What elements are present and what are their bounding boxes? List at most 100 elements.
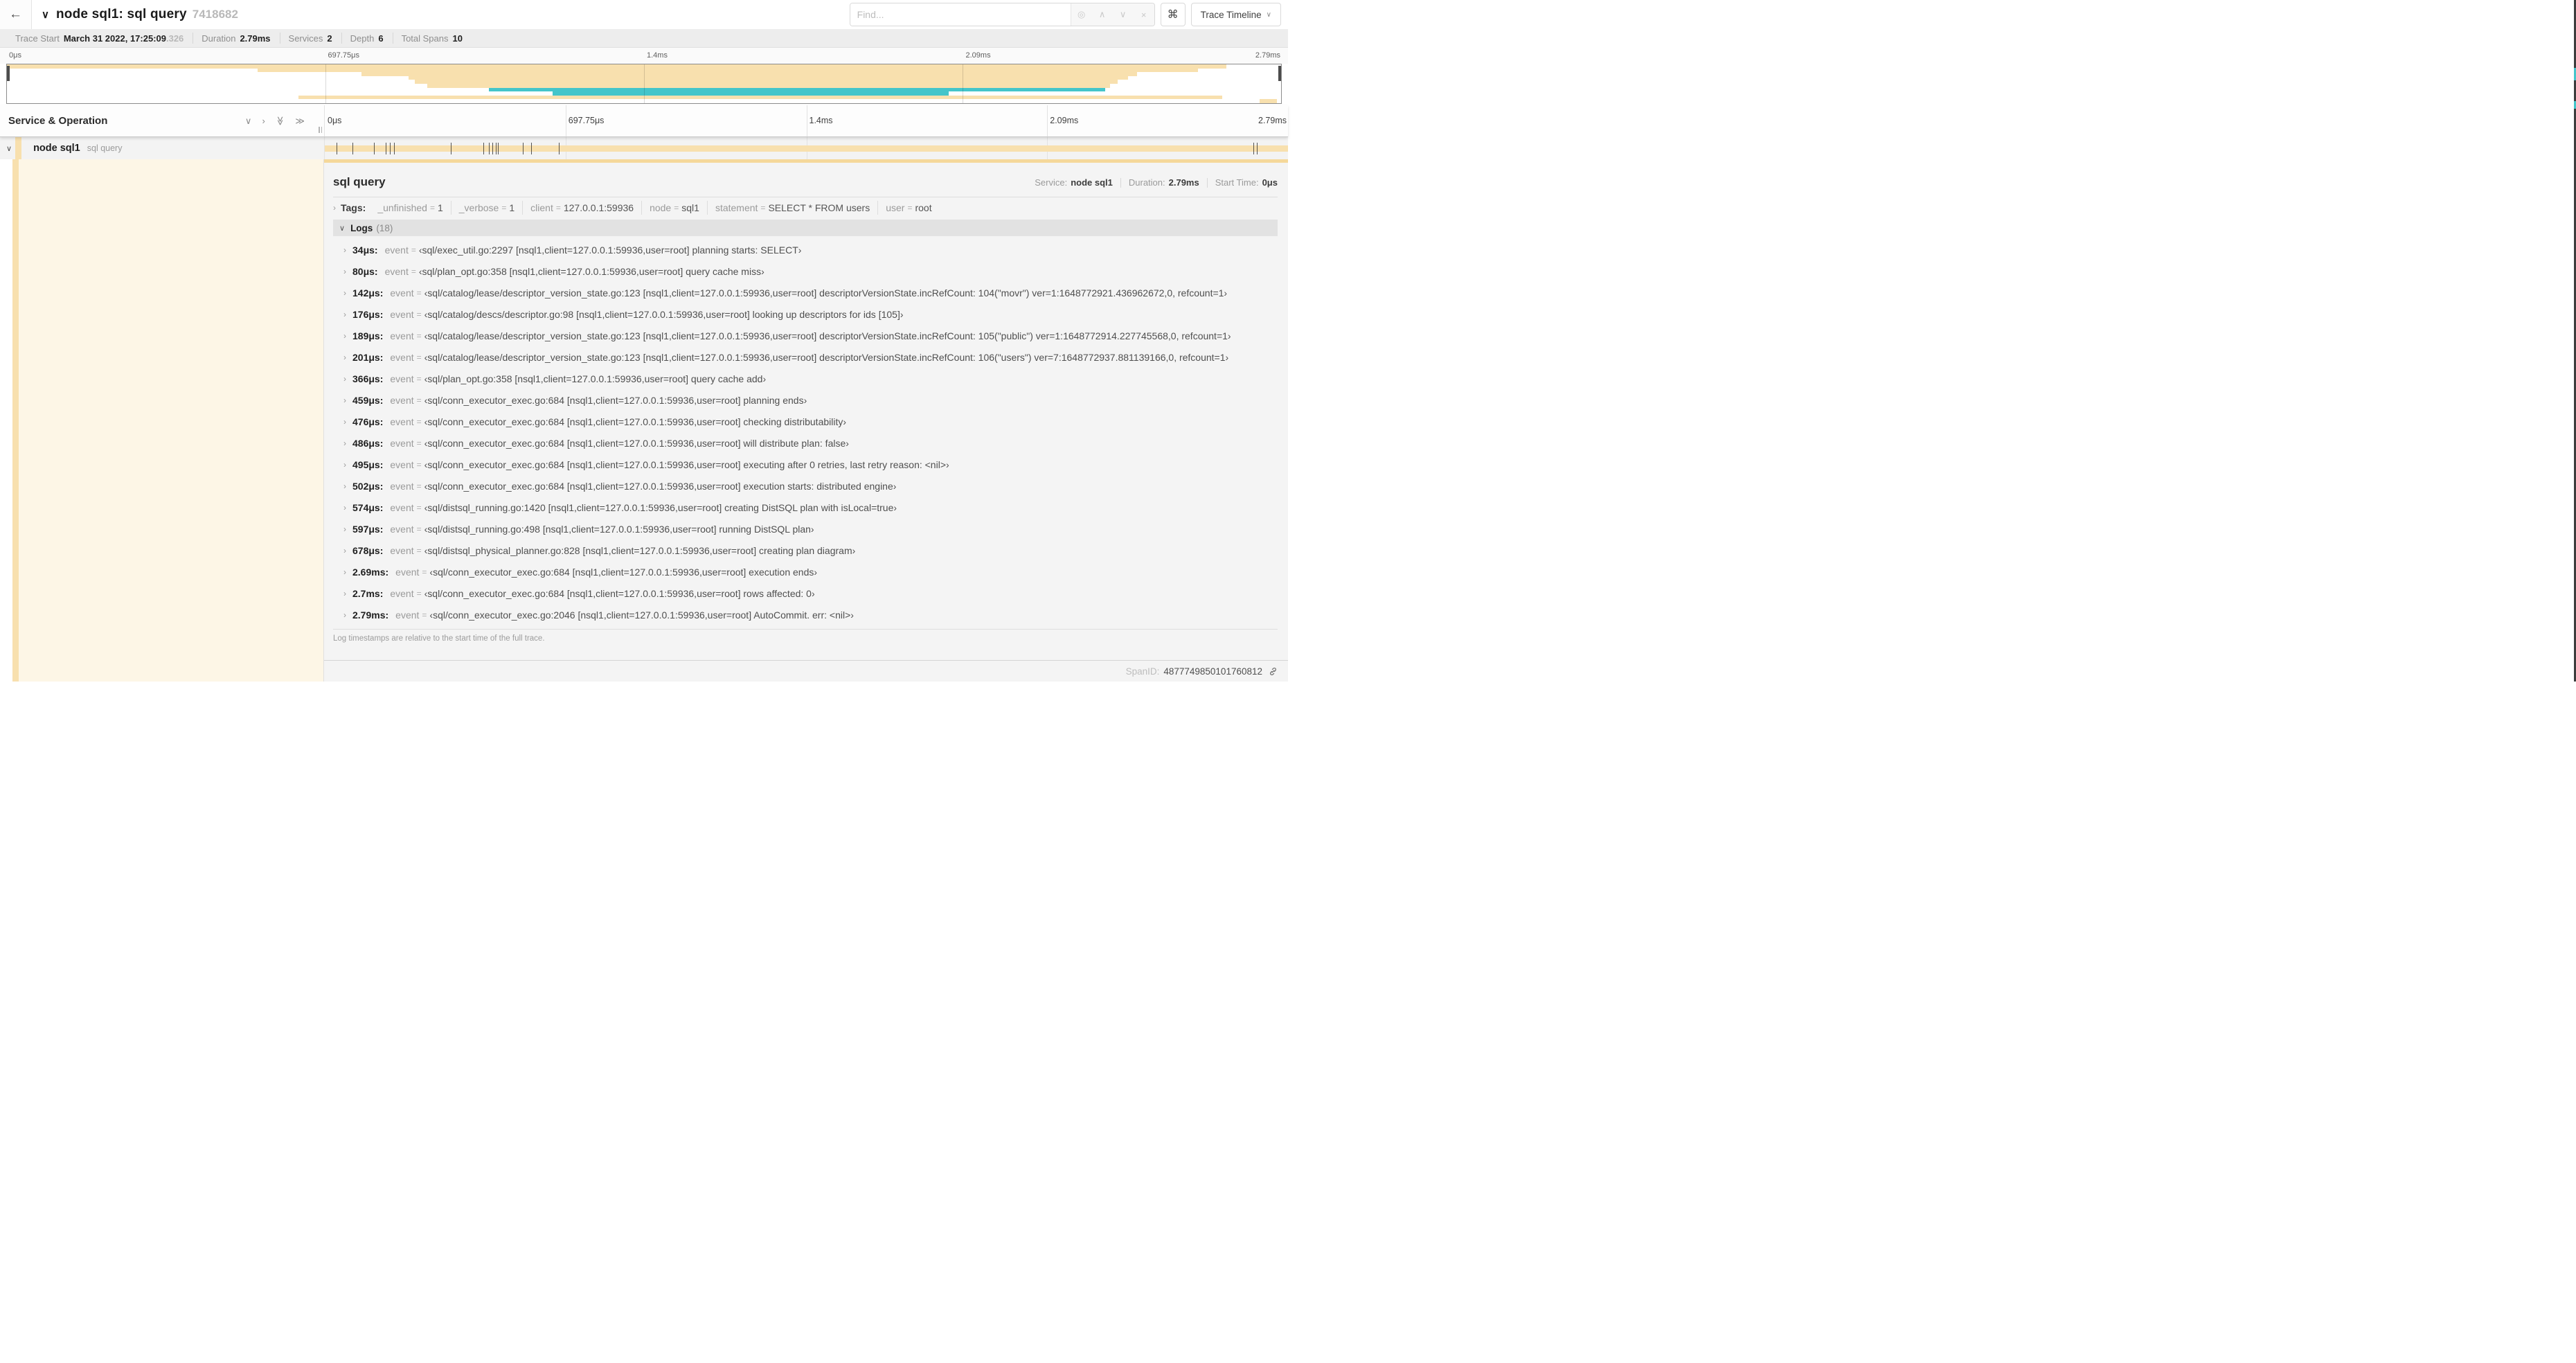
log-field-value: ‹sql/conn_executor_exec.go:684 [nsql1,cl…: [429, 566, 818, 578]
log-time: 486μs:: [352, 437, 384, 449]
equals-sign: =: [555, 203, 561, 213]
log-marker-tick[interactable]: [495, 143, 497, 154]
tag-key: statement: [715, 202, 758, 213]
timeline-ruler: 0μs 697.75μs 1.4ms 2.09ms 2.79ms: [324, 105, 1288, 136]
logs-title: Logs: [350, 222, 373, 233]
back-button[interactable]: ←: [0, 0, 32, 29]
log-marker-tick[interactable]: [1257, 143, 1258, 154]
column-resizer-grip[interactable]: [319, 127, 322, 133]
logs-footer-note: Log timestamps are relative to the start…: [333, 629, 1278, 643]
tags-row[interactable]: › Tags: _unfinished = 1 _verbose = 1 cli…: [333, 197, 1278, 218]
minimap-gridline: [644, 64, 645, 103]
equals-sign: =: [416, 545, 422, 555]
equals-sign: =: [416, 309, 422, 319]
expand-all-icon[interactable]: ≫: [295, 116, 305, 125]
equals-sign: =: [416, 524, 422, 534]
collapse-all-icon[interactable]: ≫: [275, 116, 285, 126]
span-row-timeline[interactable]: [324, 137, 1288, 159]
equals-sign: =: [907, 203, 913, 213]
log-marker-tick[interactable]: [373, 143, 375, 154]
chevron-right-icon: ›: [343, 309, 346, 319]
log-row[interactable]: › 2.69ms: event = ‹sql/conn_executor_exe…: [333, 561, 1278, 582]
span-row[interactable]: ∨ node sql1 sql query: [0, 137, 1288, 159]
tag-item[interactable]: client = 127.0.0.1:59936: [522, 201, 641, 215]
tag-key: client: [530, 202, 553, 213]
log-time: 201μs:: [352, 351, 384, 363]
chevron-right-icon: ›: [343, 287, 346, 298]
log-marker-tick[interactable]: [489, 143, 490, 154]
log-marker-tick[interactable]: [492, 143, 494, 154]
log-marker-tick[interactable]: [523, 143, 524, 154]
log-row[interactable]: › 2.7ms: event = ‹sql/conn_executor_exec…: [333, 582, 1278, 604]
log-marker-tick[interactable]: [394, 143, 395, 154]
summary-item: Services 2: [279, 33, 341, 44]
find-clear-icon[interactable]: ×: [1134, 3, 1154, 26]
log-row[interactable]: › 201μs: event = ‹sql/catalog/lease/desc…: [333, 346, 1278, 368]
tag-item[interactable]: statement = SELECT * FROM users: [706, 201, 877, 215]
detail-panel-column: sql query Service: node sql1 Duration: 2…: [324, 159, 1288, 682]
view-dropdown-button[interactable]: Trace Timeline ∨: [1190, 3, 1281, 26]
log-time: 2.7ms:: [352, 587, 384, 599]
log-row[interactable]: › 459μs: event = ‹sql/conn_executor_exec…: [333, 389, 1278, 411]
summary-value: 10: [452, 33, 463, 44]
log-marker-tick[interactable]: [1253, 143, 1255, 154]
tag-item[interactable]: user = root: [877, 201, 939, 215]
log-row[interactable]: › 34μs: event = ‹sql/exec_util.go:2297 […: [333, 239, 1278, 260]
log-row[interactable]: › 80μs: event = ‹sql/plan_opt.go:358 [ns…: [333, 260, 1278, 282]
tag-key: _verbose: [458, 202, 499, 213]
minimap-left-drag-handle[interactable]: [7, 66, 10, 81]
log-row[interactable]: › 678μs: event = ‹sql/distsql_physical_p…: [333, 540, 1278, 561]
span-duration-bar[interactable]: [325, 145, 1288, 152]
log-field-key: event: [390, 501, 414, 513]
summary-label: Duration: [202, 33, 236, 44]
log-row[interactable]: › 366μs: event = ‹sql/plan_opt.go:358 [n…: [333, 368, 1278, 389]
command-icon: ⌘: [1167, 9, 1179, 21]
chevron-down-icon: ∨: [1266, 10, 1271, 19]
log-row[interactable]: › 176μs: event = ‹sql/catalog/descs/desc…: [333, 303, 1278, 325]
log-row[interactable]: › 495μs: event = ‹sql/conn_executor_exec…: [333, 454, 1278, 475]
log-time: 366μs:: [352, 373, 384, 384]
log-marker-tick[interactable]: [352, 143, 353, 154]
span-color-bar: [12, 159, 19, 682]
trace-title: node sql1: sql query: [55, 7, 187, 21]
expand-one-icon[interactable]: ›: [262, 116, 265, 125]
ruler-tick-label: 1.4ms: [647, 51, 668, 60]
tag-item[interactable]: _verbose = 1: [450, 201, 522, 215]
log-marker-tick[interactable]: [1287, 143, 1288, 154]
tag-item[interactable]: node = sql1: [641, 201, 707, 215]
log-time: 142μs:: [352, 287, 384, 299]
row-collapse-icon[interactable]: ∨: [6, 144, 12, 153]
find-prev-icon[interactable]: ∧: [1092, 3, 1113, 26]
minimap-right-drag-handle[interactable]: [1278, 66, 1281, 81]
header-collapse-icon[interactable]: ∨: [42, 8, 49, 21]
find-input[interactable]: [850, 3, 1071, 26]
top-nav: ← ∨ node sql1: sql query 7418682 ◎ ∧ ∨ ×…: [0, 0, 1288, 29]
log-row[interactable]: › 597μs: event = ‹sql/distsql_running.go…: [333, 518, 1278, 540]
link-icon[interactable]: [1268, 666, 1278, 677]
summary-item: Depth 6: [341, 33, 393, 44]
log-marker-tick[interactable]: [498, 143, 499, 154]
logs-header[interactable]: ∨ Logs (18): [333, 220, 1278, 236]
log-row[interactable]: › 2.79ms: event = ‹sql/conn_executor_exe…: [333, 604, 1278, 625]
keyboard-shortcuts-button[interactable]: ⌘: [1160, 3, 1186, 26]
log-marker-tick[interactable]: [530, 143, 532, 154]
log-row[interactable]: › 486μs: event = ‹sql/conn_executor_exec…: [333, 432, 1278, 454]
log-marker-tick[interactable]: [559, 143, 560, 154]
ruler-tick-label: 2.09ms: [1050, 116, 1079, 125]
chevron-right-icon: ›: [343, 502, 346, 513]
log-marker-tick[interactable]: [390, 143, 391, 154]
log-row[interactable]: › 574μs: event = ‹sql/distsql_running.go…: [333, 497, 1278, 518]
collapse-one-icon[interactable]: ∨: [245, 116, 252, 125]
span-row-name-column[interactable]: ∨ node sql1 sql query: [0, 137, 324, 159]
log-time: 597μs:: [352, 523, 384, 535]
log-marker-tick[interactable]: [483, 143, 484, 154]
log-row[interactable]: › 189μs: event = ‹sql/catalog/lease/desc…: [333, 325, 1278, 346]
tag-item[interactable]: _unfinished = 1: [370, 201, 450, 215]
summary-value: 6: [378, 33, 384, 44]
log-row[interactable]: › 476μs: event = ‹sql/conn_executor_exec…: [333, 411, 1278, 432]
find-next-icon[interactable]: ∨: [1113, 3, 1134, 26]
minimap-canvas[interactable]: [6, 64, 1282, 104]
find-locate-icon[interactable]: ◎: [1071, 3, 1092, 26]
log-row[interactable]: › 142μs: event = ‹sql/catalog/lease/desc…: [333, 282, 1278, 303]
log-row[interactable]: › 502μs: event = ‹sql/conn_executor_exec…: [333, 475, 1278, 497]
